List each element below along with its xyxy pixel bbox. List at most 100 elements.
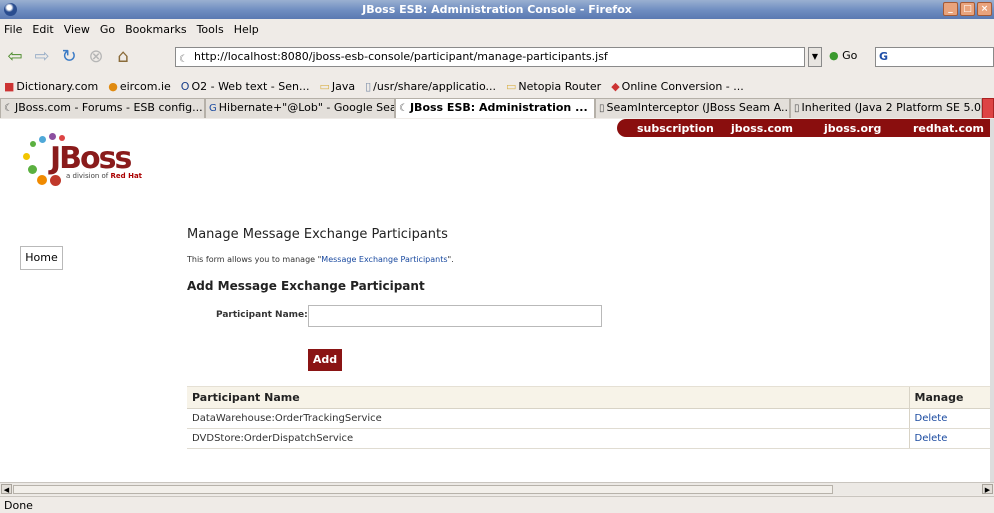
add-participant-heading: Add Message Exchange Participant — [187, 279, 425, 293]
maximize-button[interactable]: □ — [960, 2, 975, 16]
window-title: JBoss ESB: Administration Console - Fire… — [362, 3, 632, 16]
column-header-manage: Manage — [908, 386, 994, 409]
page-title: Manage Message Exchange Participants — [187, 227, 448, 242]
horizontal-scrollbar[interactable]: ◀ ▶ — [0, 482, 994, 495]
bookmark-label: Online Conversion - ... — [621, 79, 744, 93]
participant-name-label: Participant Name: — [216, 310, 308, 320]
search-value: G — [879, 50, 889, 63]
scroll-left-icon[interactable]: ◀ — [1, 484, 12, 494]
column-header-participant-name: Participant Name — [187, 386, 909, 409]
bookmark-o2[interactable]: O O2 - Web text - Sen... — [181, 80, 310, 93]
dictionary-icon: ■ — [4, 79, 15, 93]
url-bar[interactable]: ☾ http://localhost:8080/jboss-esb-consol… — [175, 47, 805, 67]
bookmark-label: O2 - Web text - Sen... — [191, 79, 310, 93]
link-redhat-com[interactable]: redhat.com — [913, 122, 984, 135]
close-button[interactable]: × — [977, 2, 992, 16]
tab-jboss-forums[interactable]: ☾ JBoss.com - Forums - ESB config... — [0, 98, 205, 118]
link-jboss-org[interactable]: jboss.org — [824, 122, 881, 135]
menu-help[interactable]: Help — [234, 23, 259, 36]
reload-icon[interactable]: ↻ — [58, 46, 80, 68]
link-jboss-com[interactable]: jboss.com — [731, 122, 793, 135]
bookmark-netopia[interactable]: ▭ Netopia Router — [506, 80, 601, 93]
bookmark-label: Dictionary.com — [16, 79, 99, 93]
intro-suffix: ". — [447, 255, 454, 264]
bookmark-online-conversion[interactable]: ◆ Online Conversion - ... — [611, 80, 744, 93]
window-titlebar: JBoss ESB: Administration Console - Fire… — [0, 0, 994, 19]
url-dropdown-button[interactable]: ▼ — [808, 47, 822, 67]
participant-name-input[interactable] — [308, 305, 602, 327]
google-icon: G — [209, 103, 217, 114]
home-link[interactable]: Home — [20, 246, 63, 270]
page-favicon-icon: ☾ — [4, 103, 13, 114]
page-intro: This form allows you to manage "Message … — [187, 255, 454, 264]
forward-icon[interactable]: ⇨ — [31, 46, 53, 68]
intro-prefix: This form allows you to manage " — [187, 255, 322, 264]
intro-link[interactable]: Message Exchange Participants — [321, 255, 447, 264]
table-header-row: Participant Name Manage — [187, 386, 994, 409]
participant-name-cell: DataWarehouse:OrderTrackingService — [187, 408, 909, 429]
logo-brand: Red Hat — [110, 172, 143, 180]
table-row: DataWarehouse:OrderTrackingService Delet… — [187, 408, 994, 429]
menu-bookmarks[interactable]: Bookmarks — [125, 23, 186, 36]
tab-label: SeamInterceptor (JBoss Seam A... — [606, 101, 790, 114]
go-button[interactable]: ● Go — [829, 49, 857, 62]
tab-label: JBoss.com - Forums - ESB config... — [14, 101, 203, 114]
conversion-icon: ◆ — [611, 79, 620, 93]
tab-inherited-java[interactable]: ▯ Inherited (Java 2 Platform SE 5.0) — [790, 98, 982, 118]
page-favicon-icon: ☾ — [179, 54, 188, 65]
scroll-right-icon[interactable]: ▶ — [982, 484, 993, 494]
menu-edit[interactable]: Edit — [32, 23, 53, 36]
bookmark-label: /usr/share/applicatio... — [373, 79, 496, 93]
menu-go[interactable]: Go — [100, 23, 115, 36]
jboss-logo[interactable]: JBoss a division of Red Hat — [20, 127, 180, 187]
firefox-icon — [4, 3, 17, 16]
eircom-icon: ● — [108, 79, 118, 93]
page-icon: ▯ — [365, 79, 372, 93]
add-button[interactable]: Add — [308, 349, 342, 371]
tab-label: JBoss ESB: Administration ... — [409, 101, 588, 114]
go-icon: ● — [829, 49, 839, 62]
o2-icon: O — [180, 79, 190, 93]
bookmark-dictionary[interactable]: ■ Dictionary.com — [4, 80, 98, 93]
home-icon[interactable]: ⌂ — [112, 46, 134, 68]
menu-file[interactable]: File — [4, 23, 22, 36]
page-icon: ▯ — [794, 103, 800, 114]
tab-overflow-close-icon[interactable] — [982, 98, 994, 118]
folder-icon: ▭ — [319, 79, 330, 93]
menu-bar: File Edit View Go Bookmarks Tools Help — [0, 19, 994, 39]
page-favicon-icon: ☾ — [399, 103, 408, 114]
vertical-scrollbar[interactable] — [990, 119, 994, 482]
top-links-bar: subscription jboss.com jboss.org redhat.… — [617, 119, 994, 137]
table-row: DVDStore:OrderDispatchService Delete — [187, 428, 994, 449]
delete-link[interactable]: Delete — [908, 408, 994, 429]
tab-jboss-esb-admin[interactable]: ☾ JBoss ESB: Administration ... — [395, 98, 595, 118]
page-content: JBoss a division of Red Hat subscription… — [0, 119, 994, 482]
navigation-toolbar: ⇦ ⇨ ↻ ⊗ ⌂ ☾ http://localhost:8080/jboss-… — [0, 40, 994, 74]
folder-icon: ▭ — [506, 79, 517, 93]
back-icon[interactable]: ⇦ — [4, 46, 26, 68]
participant-name-cell: DVDStore:OrderDispatchService — [187, 428, 909, 449]
menu-view[interactable]: View — [64, 23, 90, 36]
bookmark-label: Netopia Router — [518, 79, 602, 93]
status-text: Done — [4, 499, 33, 512]
bookmark-usr-share[interactable]: ▯/usr/share/applicatio... — [365, 80, 496, 93]
bookmark-label: eircom.ie — [119, 79, 171, 93]
menu-tools[interactable]: Tools — [197, 23, 224, 36]
tab-strip: ☾ JBoss.com - Forums - ESB config... G Hib… — [0, 98, 994, 118]
delete-link[interactable]: Delete — [908, 428, 994, 449]
bookmarks-toolbar: ■ Dictionary.com ● eircom.ie O O2 - Web tex… — [0, 76, 994, 96]
search-input[interactable]: G — [875, 47, 994, 67]
page-icon: ▯ — [599, 103, 605, 114]
bookmark-label: Java — [331, 79, 356, 93]
tab-label: Inherited (Java 2 Platform SE 5.0) — [801, 101, 982, 114]
link-subscription[interactable]: subscription — [637, 122, 714, 135]
minimize-button[interactable]: _ — [943, 2, 958, 16]
tab-label: Hibernate+"@Lob" - Google Sea... — [218, 101, 395, 114]
bookmark-java[interactable]: ▭ Java — [319, 80, 355, 93]
stop-icon[interactable]: ⊗ — [85, 46, 107, 68]
tab-hibernate-google[interactable]: G Hibernate+"@Lob" - Google Sea... — [205, 98, 395, 118]
scrollbar-thumb[interactable] — [13, 485, 833, 494]
tab-seam-interceptor[interactable]: ▯ SeamInterceptor (JBoss Seam A... — [595, 98, 790, 118]
bookmark-eircom[interactable]: ● eircom.ie — [108, 80, 171, 93]
status-bar: Done — [0, 496, 994, 513]
